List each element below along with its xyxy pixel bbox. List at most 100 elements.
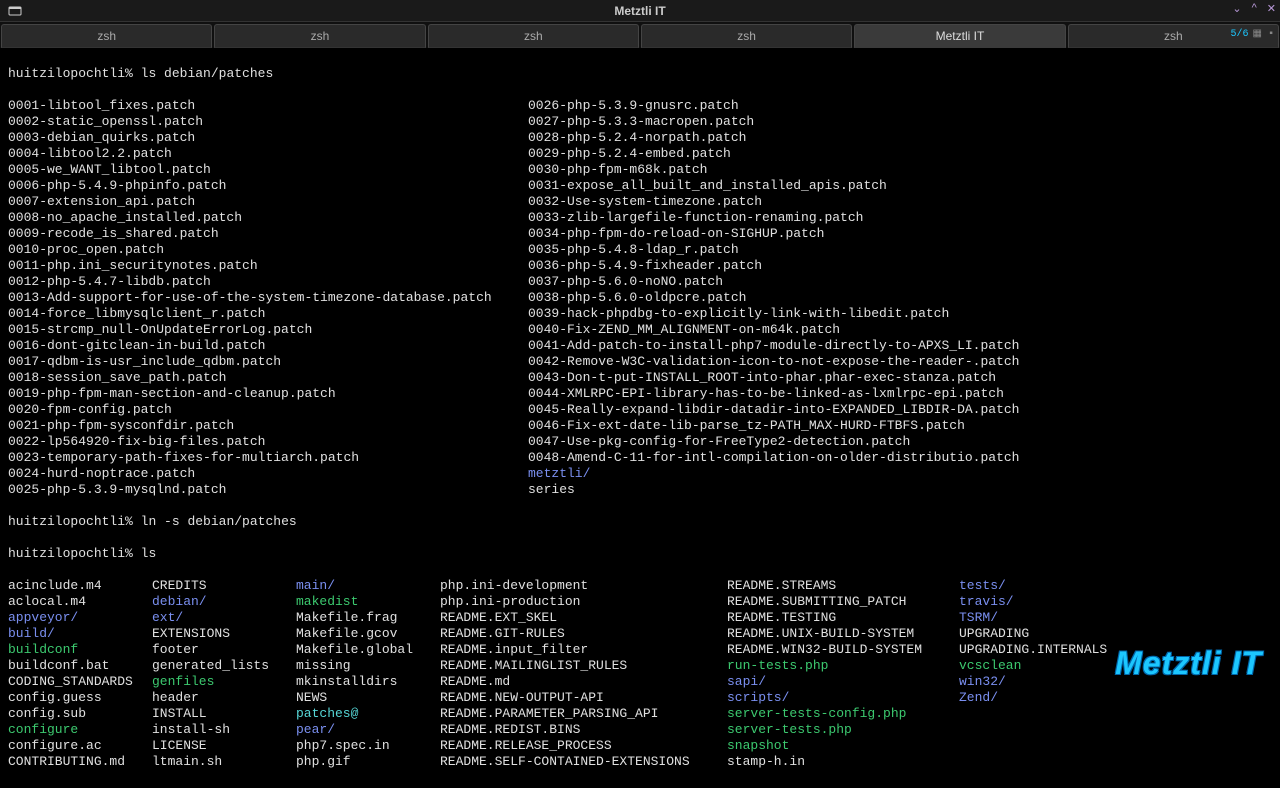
- file-entry: genfiles: [152, 674, 296, 690]
- file-entry: README.EXT_SKEL: [440, 610, 727, 626]
- prompt-line: huitzilopochtli% ln -s debian/patches: [8, 514, 1272, 530]
- file-entry: README.REDIST.BINS: [440, 722, 727, 738]
- file-entry: EXTENSIONS: [152, 626, 296, 642]
- file-entry: README.input_filter: [440, 642, 727, 658]
- file-entry: pear/: [296, 722, 440, 738]
- file-entry: 0012-php-5.4.7-libdb.patch: [8, 274, 528, 290]
- file-entry: README.RELEASE_PROCESS: [440, 738, 727, 754]
- file-entry: Makefile.frag: [296, 610, 440, 626]
- file-entry: 0009-recode_is_shared.patch: [8, 226, 528, 242]
- file-entry: 0016-dont-gitclean-in-build.patch: [8, 338, 528, 354]
- file-entry: NEWS: [296, 690, 440, 706]
- file-entry: README.PARAMETER_PARSING_API: [440, 706, 727, 722]
- file-entry: Zend/: [959, 690, 1119, 706]
- file-entry: debian/: [152, 594, 296, 610]
- file-entry: 0030-php-fpm-m68k.patch: [528, 162, 1019, 178]
- file-entry: 0007-extension_api.patch: [8, 194, 528, 210]
- file-entry: aclocal.m4: [8, 594, 152, 610]
- file-entry: missing: [296, 658, 440, 674]
- file-entry: buildconf: [8, 642, 152, 658]
- file-entry: 0042-Remove-W3C-validation-icon-to-not-e…: [528, 354, 1019, 370]
- file-entry: 0045-Really-expand-libdir-datadir-into-E…: [528, 402, 1019, 418]
- file-entry: 0044-XMLRPC-EPI-library-has-to-be-linked…: [528, 386, 1019, 402]
- file-entry: 0033-zlib-largefile-function-renaming.pa…: [528, 210, 1019, 226]
- file-entry: Makefile.global: [296, 642, 440, 658]
- minimize-icon[interactable]: ⌄: [1232, 2, 1241, 15]
- file-entry: 0019-php-fpm-man-section-and-cleanup.pat…: [8, 386, 528, 402]
- file-entry: README.UNIX-BUILD-SYSTEM: [727, 626, 959, 642]
- file-entry: 0014-force_libmysqlclient_r.patch: [8, 306, 528, 322]
- file-entry: configure: [8, 722, 152, 738]
- file-entry: Makefile.gcov: [296, 626, 440, 642]
- file-entry: php7.spec.in: [296, 738, 440, 754]
- file-entry: vcsclean: [959, 658, 1119, 674]
- file-entry: 0040-Fix-ZEND_MM_ALIGNMENT-on-m64k.patch: [528, 322, 1019, 338]
- prompt-line: huitzilopochtli% ls: [8, 546, 1272, 562]
- file-entry: sapi/: [727, 674, 959, 690]
- file-entry: 0048-Amend-C-11-for-intl-compilation-on-…: [528, 450, 1019, 466]
- file-entry: 0013-Add-support-for-use-of-the-system-t…: [8, 290, 528, 306]
- file-entry: ltmain.sh: [152, 754, 296, 770]
- file-entry: 0015-strcmp_null-OnUpdateErrorLog.patch: [8, 322, 528, 338]
- tab-zsh[interactable]: zsh: [428, 24, 639, 48]
- window-controls: ⌄ ^ ✕: [1232, 2, 1276, 15]
- terminal-output[interactable]: huitzilopochtli% ls debian/patches 0001-…: [0, 48, 1280, 788]
- file-entry: 0047-Use-pkg-config-for-FreeType2-detect…: [528, 434, 1019, 450]
- file-entry: php.ini-production: [440, 594, 727, 610]
- file-entry: TSRM/: [959, 610, 1119, 626]
- file-entry: generated_lists: [152, 658, 296, 674]
- file-entry: tests/: [959, 578, 1119, 594]
- tab-zsh[interactable]: zsh: [641, 24, 852, 48]
- file-entry: win32/: [959, 674, 1119, 690]
- watermark-logo: Metztli IT: [1115, 645, 1262, 682]
- file-entry: metztli/: [528, 466, 1019, 482]
- tab-bar: zsh zsh zsh zsh Metztli IT zsh 5/6 ▦ ▪: [0, 22, 1280, 48]
- file-entry: 0038-php-5.6.0-oldpcre.patch: [528, 290, 1019, 306]
- file-entry: 0041-Add-patch-to-install-php7-module-di…: [528, 338, 1019, 354]
- file-entry: 0001-libtool_fixes.patch: [8, 98, 528, 114]
- file-entry: 0027-php-5.3.3-macropen.patch: [528, 114, 1019, 130]
- close-icon[interactable]: ✕: [1267, 2, 1276, 15]
- file-entry: acinclude.m4: [8, 578, 152, 594]
- file-entry: footer: [152, 642, 296, 658]
- file-entry: main/: [296, 578, 440, 594]
- tab-zsh[interactable]: zsh: [214, 24, 425, 48]
- file-entry: header: [152, 690, 296, 706]
- file-entry: 0035-php-5.4.8-ldap_r.patch: [528, 242, 1019, 258]
- file-entry: CODING_STANDARDS: [8, 674, 152, 690]
- file-entry: 0037-php-5.6.0-noNO.patch: [528, 274, 1019, 290]
- tab-zsh[interactable]: zsh: [1, 24, 212, 48]
- tab-counter: 5/6 ▦ ▪: [1231, 28, 1274, 40]
- file-entry: 0025-php-5.3.9-mysqlnd.patch: [8, 482, 528, 498]
- file-entry: 0021-php-fpm-sysconfdir.patch: [8, 418, 528, 434]
- file-entry: README.WIN32-BUILD-SYSTEM: [727, 642, 959, 658]
- file-entry: configure.ac: [8, 738, 152, 754]
- file-entry: 0008-no_apache_installed.patch: [8, 210, 528, 226]
- file-entry: 0010-proc_open.patch: [8, 242, 528, 258]
- file-entry: mkinstalldirs: [296, 674, 440, 690]
- file-entry: README.NEW-OUTPUT-API: [440, 690, 727, 706]
- file-entry: README.SUBMITTING_PATCH: [727, 594, 959, 610]
- file-entry: 0017-qdbm-is-usr_include_qdbm.patch: [8, 354, 528, 370]
- file-entry: 0032-Use-system-timezone.patch: [528, 194, 1019, 210]
- file-entry: 0029-php-5.2.4-embed.patch: [528, 146, 1019, 162]
- file-entry: CREDITS: [152, 578, 296, 594]
- file-entry: 0003-debian_quirks.patch: [8, 130, 528, 146]
- maximize-icon[interactable]: ^: [1252, 2, 1257, 15]
- file-entry: 0006-php-5.4.9-phpinfo.patch: [8, 178, 528, 194]
- file-entry: 0018-session_save_path.patch: [8, 370, 528, 386]
- file-entry: php.gif: [296, 754, 440, 770]
- file-entry: scripts/: [727, 690, 959, 706]
- file-entry: UPGRADING: [959, 626, 1119, 642]
- file-entry: 0004-libtool2.2.patch: [8, 146, 528, 162]
- file-entry: 0002-static_openssl.patch: [8, 114, 528, 130]
- file-entry: 0023-temporary-path-fixes-for-multiarch.…: [8, 450, 528, 466]
- file-entry: 0046-Fix-ext-date-lib-parse_tz-PATH_MAX-…: [528, 418, 1019, 434]
- file-entry: 0039-hack-phpdbg-to-explicitly-link-with…: [528, 306, 1019, 322]
- titlebar: Metztli IT ⌄ ^ ✕: [0, 0, 1280, 22]
- file-entry: README.MAILINGLIST_RULES: [440, 658, 727, 674]
- file-entry: ext/: [152, 610, 296, 626]
- file-entry: config.sub: [8, 706, 152, 722]
- file-entry: 0022-lp564920-fix-big-files.patch: [8, 434, 528, 450]
- tab-metztli[interactable]: Metztli IT: [854, 24, 1065, 48]
